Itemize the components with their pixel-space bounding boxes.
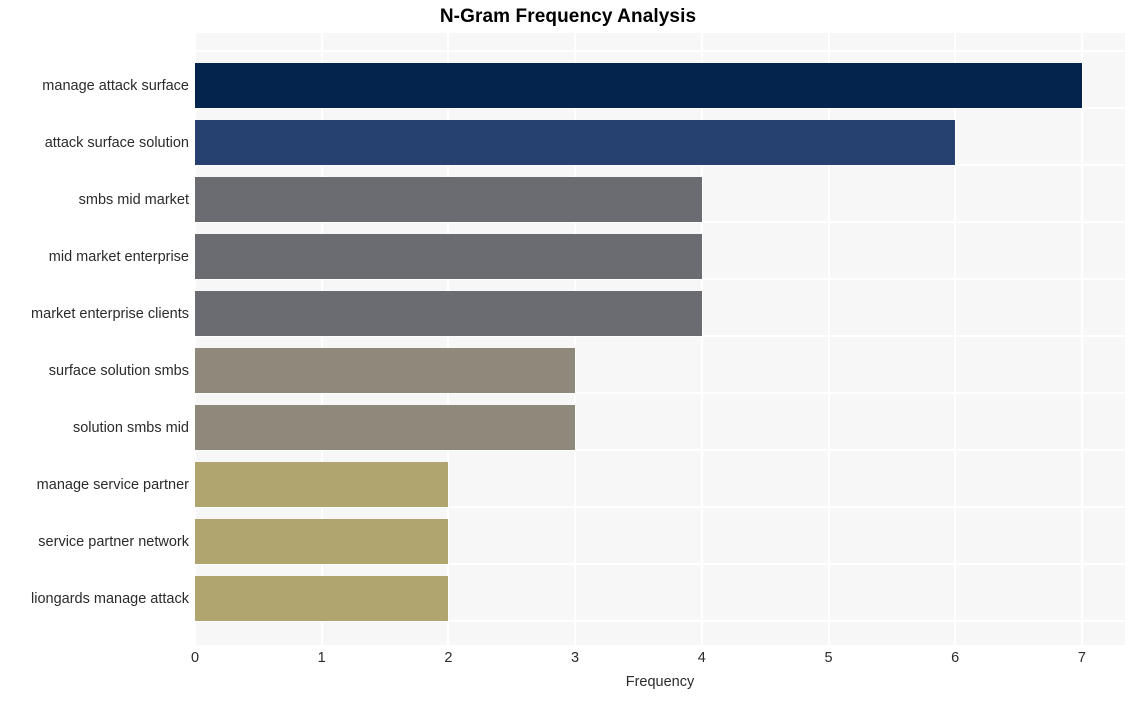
y-axis-tick-label: manage service partner <box>36 476 189 493</box>
x-axis-tick-label: 1 <box>317 650 326 666</box>
y-axis-tick-label: smbs mid market <box>78 191 189 208</box>
chart-figure: N-Gram Frequency Analysis manage attack … <box>0 0 1136 701</box>
bar <box>195 462 449 507</box>
x-axis-tick-label: 0 <box>190 650 200 666</box>
y-axis-tick-label: mid market enterprise <box>48 248 189 265</box>
x-axis-tick-label: 4 <box>697 650 706 666</box>
y-axis-tick-label: solution smbs mid <box>72 419 189 436</box>
bar <box>195 234 702 279</box>
y-axis-tick-label: surface solution smbs <box>48 362 189 379</box>
chart-title: N-Gram Frequency Analysis <box>439 6 697 27</box>
bar <box>195 120 956 165</box>
bar <box>195 177 702 222</box>
bar <box>195 576 449 621</box>
y-axis-tick-label: manage attack surface <box>42 77 189 94</box>
x-axis-title: Frequency <box>625 674 695 690</box>
bar <box>195 63 1082 108</box>
gridline-vertical <box>1080 33 1083 645</box>
bar <box>195 405 576 450</box>
x-axis-tick-label: 5 <box>824 650 833 666</box>
x-axis-tick-labels: 0 1 2 3 4 5 6 7 <box>0 649 1136 671</box>
gridline-horizontal <box>195 50 1125 52</box>
bar <box>195 519 449 564</box>
x-axis-tick-label: 7 <box>1077 650 1086 666</box>
plot-area <box>195 33 1125 645</box>
y-axis-tick-label: liongards manage attack <box>31 590 189 607</box>
y-axis-tick-label: market enterprise clients <box>31 305 189 322</box>
y-axis-tick-label: service partner network <box>38 533 189 550</box>
x-axis-tick-label: 3 <box>571 650 580 666</box>
y-axis-tick-label: attack surface solution <box>44 134 189 151</box>
y-axis-tick-labels: manage attack surface attack surface solu… <box>0 33 189 645</box>
bar <box>195 348 576 393</box>
x-axis-tick-label: 6 <box>951 650 960 666</box>
bar <box>195 291 702 336</box>
x-axis-tick-label: 2 <box>444 650 453 666</box>
